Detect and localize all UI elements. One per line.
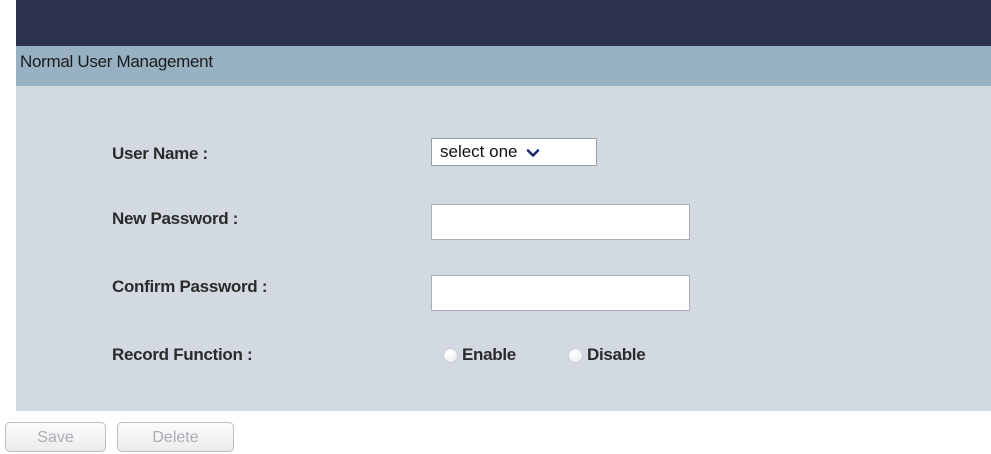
user-name-select[interactable]: select one (431, 138, 597, 166)
save-button[interactable]: Save (5, 422, 106, 452)
new-password-label: New Password : (112, 209, 239, 228)
user-form-panel: User Name : select one New Password : Co… (16, 86, 991, 411)
enable-radio-label: Enable (462, 345, 516, 364)
record-enable-option[interactable]: Enable (443, 345, 516, 365)
user-name-label: User Name : (112, 144, 208, 163)
top-banner (16, 0, 991, 46)
chevron-down-icon (526, 145, 540, 159)
section-header: Normal User Management (16, 46, 991, 86)
user-management-page: Normal User Management User Name : selec… (0, 0, 991, 454)
user-name-select-value: select one (440, 142, 518, 161)
confirm-password-label: Confirm Password : (112, 277, 268, 296)
disable-radio-label: Disable (587, 345, 646, 364)
new-password-field[interactable] (431, 204, 690, 240)
confirm-password-field[interactable] (431, 275, 690, 311)
section-title: Normal User Management (20, 52, 213, 71)
disable-radio[interactable] (568, 347, 583, 363)
delete-button[interactable]: Delete (117, 422, 234, 452)
enable-radio[interactable] (443, 347, 458, 363)
record-disable-option[interactable]: Disable (568, 345, 646, 365)
record-function-label: Record Function : (112, 345, 253, 364)
